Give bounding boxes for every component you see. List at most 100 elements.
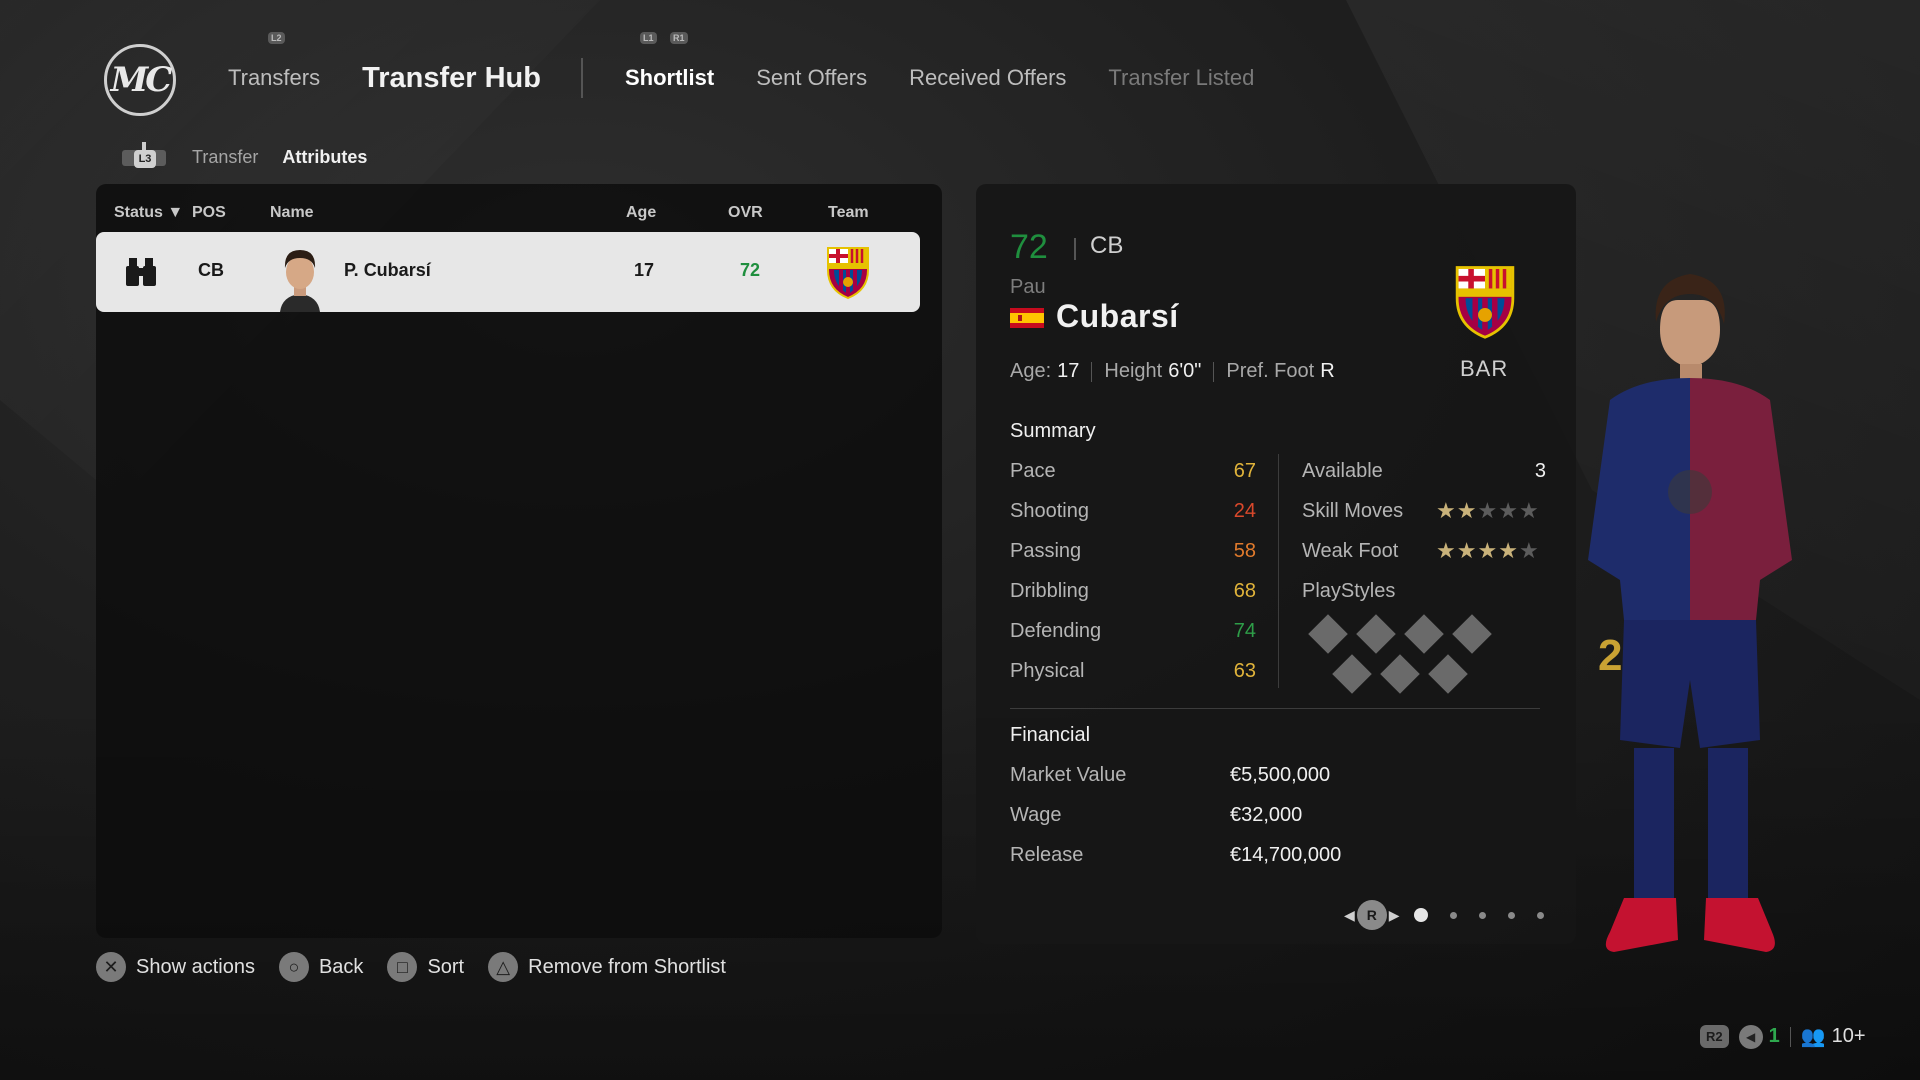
playstyle-icon[interactable]	[1308, 614, 1348, 654]
player-position: CB	[1090, 232, 1124, 259]
breadcrumb-transfer[interactable]: Transfer	[192, 147, 258, 168]
page-indicator[interactable]: ◀ R ▶	[1344, 900, 1544, 930]
page-title: Transfer Hub	[362, 61, 541, 94]
player-bio: Age: 17 Height 6'0" Pref. Foot R	[1010, 360, 1335, 383]
stat-value-shooting: 24	[1233, 500, 1256, 522]
player-team-abbr: BAR	[1460, 356, 1509, 381]
star-icon: ★	[1518, 498, 1540, 523]
l1-hint-icon: L1	[640, 32, 657, 44]
cross-button-icon: ✕	[96, 952, 126, 982]
star-icon: ★	[1456, 538, 1478, 563]
player-last-name: Cubarsí	[1056, 298, 1179, 334]
action-label: Back	[318, 955, 364, 978]
players-online: 10+	[1831, 1025, 1866, 1047]
playstyle-icon[interactable]	[1356, 614, 1396, 654]
r-stick-icon: R	[1356, 900, 1387, 930]
page-dot	[1536, 911, 1544, 919]
circle-button-icon: ○	[278, 952, 309, 982]
age-value: 17	[1057, 360, 1080, 382]
player-portrait	[272, 240, 328, 312]
player-render: 2	[1588, 274, 1792, 952]
header-pos[interactable]: POS	[192, 204, 226, 222]
page-dot	[1478, 911, 1486, 919]
tab-sent-offers[interactable]: Sent Offers	[756, 65, 867, 91]
player-detail-panel: 72 CB Pau Cubarsí BAR Age: 17 Height 6'0…	[976, 184, 1576, 944]
header-team[interactable]: Team	[828, 204, 869, 222]
nav-transfers[interactable]: Transfers	[228, 65, 320, 91]
page-dot	[1449, 911, 1457, 919]
height-label: Height	[1104, 360, 1163, 382]
age-label: Age:	[1010, 360, 1052, 382]
fcb-crest-icon	[827, 247, 869, 300]
chevron-right-icon[interactable]: ▶	[1389, 907, 1400, 924]
r2-hint-icon: R2	[1700, 1025, 1729, 1048]
back-button[interactable]: ○ Back	[278, 952, 364, 982]
header-ovr[interactable]: OVR	[728, 204, 763, 222]
l3-stick-icon: L3	[122, 142, 166, 172]
show-actions-button[interactable]: ✕ Show actions	[96, 952, 255, 982]
career-mode-logo: MC	[104, 44, 176, 116]
remove-from-shortlist-button[interactable]: △ Remove from Shortlist	[488, 952, 726, 982]
player-ovr: 72	[1010, 228, 1048, 266]
header-age[interactable]: Age	[626, 204, 656, 222]
playstyle-icon[interactable]	[1428, 654, 1468, 694]
shortlist-panel: Status ▼ POS Name Age OVR Team CB P. Cub…	[96, 184, 942, 938]
stat-value-defending: 74	[1233, 620, 1256, 642]
release-label: Release	[1010, 844, 1084, 866]
table-header: Status ▼ POS Name Age OVR Team	[96, 198, 942, 245]
tab-received-offers[interactable]: Received Offers	[909, 65, 1066, 91]
breadcrumb-attributes[interactable]: Attributes	[282, 147, 367, 168]
square-button-icon: □	[387, 952, 418, 982]
playstyle-icon[interactable]	[1404, 614, 1444, 654]
binoculars-icon	[126, 258, 156, 286]
column-divider	[1278, 454, 1279, 688]
table-row[interactable]: CB P. Cubarsí 17 72	[96, 232, 920, 312]
svg-text:2: 2	[1598, 631, 1622, 680]
available-label: Available	[1302, 460, 1383, 482]
playstyle-icon[interactable]	[1332, 654, 1372, 694]
release-value: €14,700,000	[1230, 844, 1342, 866]
tab-transfer-listed[interactable]: Transfer Listed	[1108, 65, 1254, 91]
stat-value-dribbling: 68	[1233, 580, 1256, 602]
wage-label: Wage	[1010, 804, 1062, 826]
chevron-left-icon[interactable]: ◀	[1344, 907, 1355, 924]
market-value: €5,500,000	[1230, 764, 1331, 786]
status-tray: R2 ◀ 1 👥 10+	[1700, 1024, 1866, 1049]
stat-value-physical: 63	[1233, 660, 1256, 682]
notification-count: 1	[1768, 1025, 1780, 1047]
stat-label-dribbling: Dribbling	[1010, 580, 1089, 602]
playstyle-icon[interactable]	[1380, 654, 1420, 694]
row-pos: CB	[198, 260, 224, 280]
wage-value: €32,000	[1230, 804, 1303, 826]
playstyles-label: PlayStyles	[1302, 580, 1396, 602]
star-icon: ★	[1498, 538, 1519, 563]
skill-moves-stars: ★★★★★	[1436, 498, 1540, 524]
header-name[interactable]: Name	[270, 204, 314, 222]
page-dot-active	[1413, 908, 1428, 922]
stat-value-passing: 58	[1233, 540, 1256, 562]
header-status[interactable]: Status ▼	[114, 204, 183, 222]
speaker-icon: ◀	[1738, 1024, 1763, 1049]
height-value: 6'0"	[1168, 360, 1202, 382]
tab-shortlist[interactable]: Shortlist	[625, 65, 714, 91]
star-icon: ★	[1436, 498, 1457, 523]
l2-hint-icon: L2	[268, 32, 285, 44]
top-nav: Transfers Transfer Hub Shortlist Sent Of…	[228, 56, 1296, 100]
star-icon: ★	[1436, 538, 1457, 563]
sort-button[interactable]: □ Sort	[387, 952, 464, 982]
market-value-label: Market Value	[1010, 764, 1127, 786]
players-icon: 👥	[1800, 1026, 1826, 1048]
section-divider	[1010, 708, 1540, 709]
foot-label: Pref. Foot	[1226, 360, 1315, 382]
player-first-name: Pau	[1010, 276, 1046, 298]
action-label: Remove from Shortlist	[528, 955, 726, 978]
playstyle-icon[interactable]	[1452, 614, 1492, 654]
star-icon: ★	[1518, 538, 1540, 563]
star-icon: ★	[1477, 498, 1499, 523]
summary-title: Summary	[1010, 420, 1096, 442]
stat-value-pace: 67	[1233, 460, 1256, 482]
star-icon: ★	[1456, 498, 1478, 523]
stat-label-passing: Passing	[1010, 540, 1082, 562]
stat-label-defending: Defending	[1010, 620, 1102, 642]
action-label: Sort	[427, 955, 465, 978]
